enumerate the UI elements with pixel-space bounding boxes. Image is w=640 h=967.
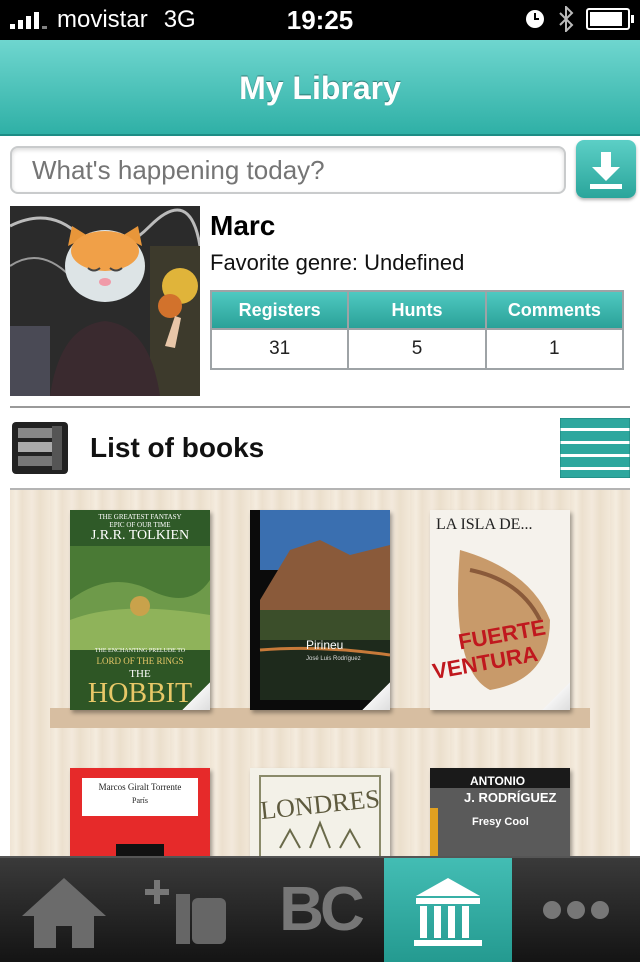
hobbit-author: J.R.R. TOLKIEN bbox=[90, 528, 190, 543]
books-stack-icon bbox=[12, 422, 68, 474]
book-cover-paris[interactable]: Marcos Giralt Torrente París bbox=[70, 768, 210, 856]
section-title: List of books bbox=[90, 432, 265, 463]
bookshelf: THE GREATEST FANTASY EPIC OF OUR TIME J.… bbox=[10, 490, 630, 856]
avatar[interactable] bbox=[10, 206, 200, 396]
home-icon bbox=[22, 878, 106, 948]
tab-home[interactable] bbox=[0, 858, 128, 962]
hobbit-prelude: THE ENCHANTING PRELUDE TO bbox=[94, 648, 186, 654]
stats-table: Registers Hunts Comments 31 5 1 bbox=[209, 290, 625, 370]
shelf-plank bbox=[50, 708, 590, 728]
more-icon bbox=[543, 901, 609, 919]
page-curl bbox=[362, 682, 390, 710]
pirineu-cover-art bbox=[250, 510, 390, 710]
bluetooth-icon bbox=[559, 6, 574, 32]
stat-value-hunts[interactable]: 5 bbox=[347, 328, 487, 370]
download-icon bbox=[590, 152, 622, 189]
book-cover-londres[interactable]: LONDRES bbox=[250, 768, 390, 856]
favorite-genre: Favorite genre: Undefined bbox=[210, 250, 465, 275]
username: Marc bbox=[210, 210, 276, 241]
download-button[interactable] bbox=[576, 140, 636, 198]
pirineu-title: Pirineu bbox=[306, 638, 344, 652]
bc-logo-icon: BC bbox=[279, 875, 365, 944]
stat-header-hunts: Hunts bbox=[347, 290, 487, 330]
page-curl bbox=[182, 682, 210, 710]
add-book-icon bbox=[145, 880, 226, 944]
library-icon bbox=[414, 878, 482, 946]
paris-title: París bbox=[132, 796, 148, 805]
list-view-icon[interactable] bbox=[560, 418, 630, 478]
book-cover-hobbit[interactable]: THE GREATEST FANTASY EPIC OF OUR TIME J.… bbox=[70, 510, 210, 710]
book-cover-fuerteventura[interactable]: LA ISLA DE... FUERTE VENTURA bbox=[430, 510, 570, 710]
nav-bar: My Library bbox=[0, 40, 640, 136]
page-curl bbox=[542, 682, 570, 710]
book-cover-fresy-cool[interactable]: ANTONIO J. RODRÍGUEZ Fresy Cool bbox=[430, 768, 570, 856]
stat-value-registers[interactable]: 31 bbox=[209, 328, 350, 370]
fuerteventura-series: LA ISLA DE... bbox=[436, 516, 533, 533]
book-cover-pirineu[interactable]: Pirineu José Luis Rodríguez bbox=[250, 510, 390, 710]
stat-value-comments[interactable]: 1 bbox=[484, 328, 625, 370]
tab-library[interactable] bbox=[384, 858, 512, 962]
stat-header-comments: Comments bbox=[484, 290, 625, 330]
paris-author: Marcos Giralt Torrente bbox=[98, 782, 182, 792]
battery-icon bbox=[586, 8, 634, 30]
fresy-author-1: ANTONIO bbox=[470, 774, 526, 788]
status-right bbox=[524, 6, 634, 32]
tab-more[interactable] bbox=[512, 858, 640, 962]
alarm-clock-icon bbox=[526, 10, 544, 28]
status-bar: movistar 3G 19:25 bbox=[0, 0, 640, 40]
hobbit-tagline-1: THE GREATEST FANTASY bbox=[98, 513, 182, 521]
divider bbox=[10, 406, 630, 408]
stat-header-registers: Registers bbox=[209, 290, 350, 330]
tab-bar: BC bbox=[0, 856, 640, 962]
fresy-author-2: J. RODRÍGUEZ bbox=[464, 790, 557, 805]
tab-bc[interactable]: BC bbox=[256, 858, 384, 962]
page-title: My Library bbox=[239, 70, 401, 106]
pirineu-author: José Luis Rodríguez bbox=[306, 656, 361, 662]
tab-add-book[interactable] bbox=[128, 858, 256, 962]
hobbit-lotr: LORD OF THE RINGS bbox=[96, 656, 184, 666]
status-input[interactable] bbox=[10, 146, 566, 194]
fresy-title: Fresy Cool bbox=[472, 816, 529, 828]
